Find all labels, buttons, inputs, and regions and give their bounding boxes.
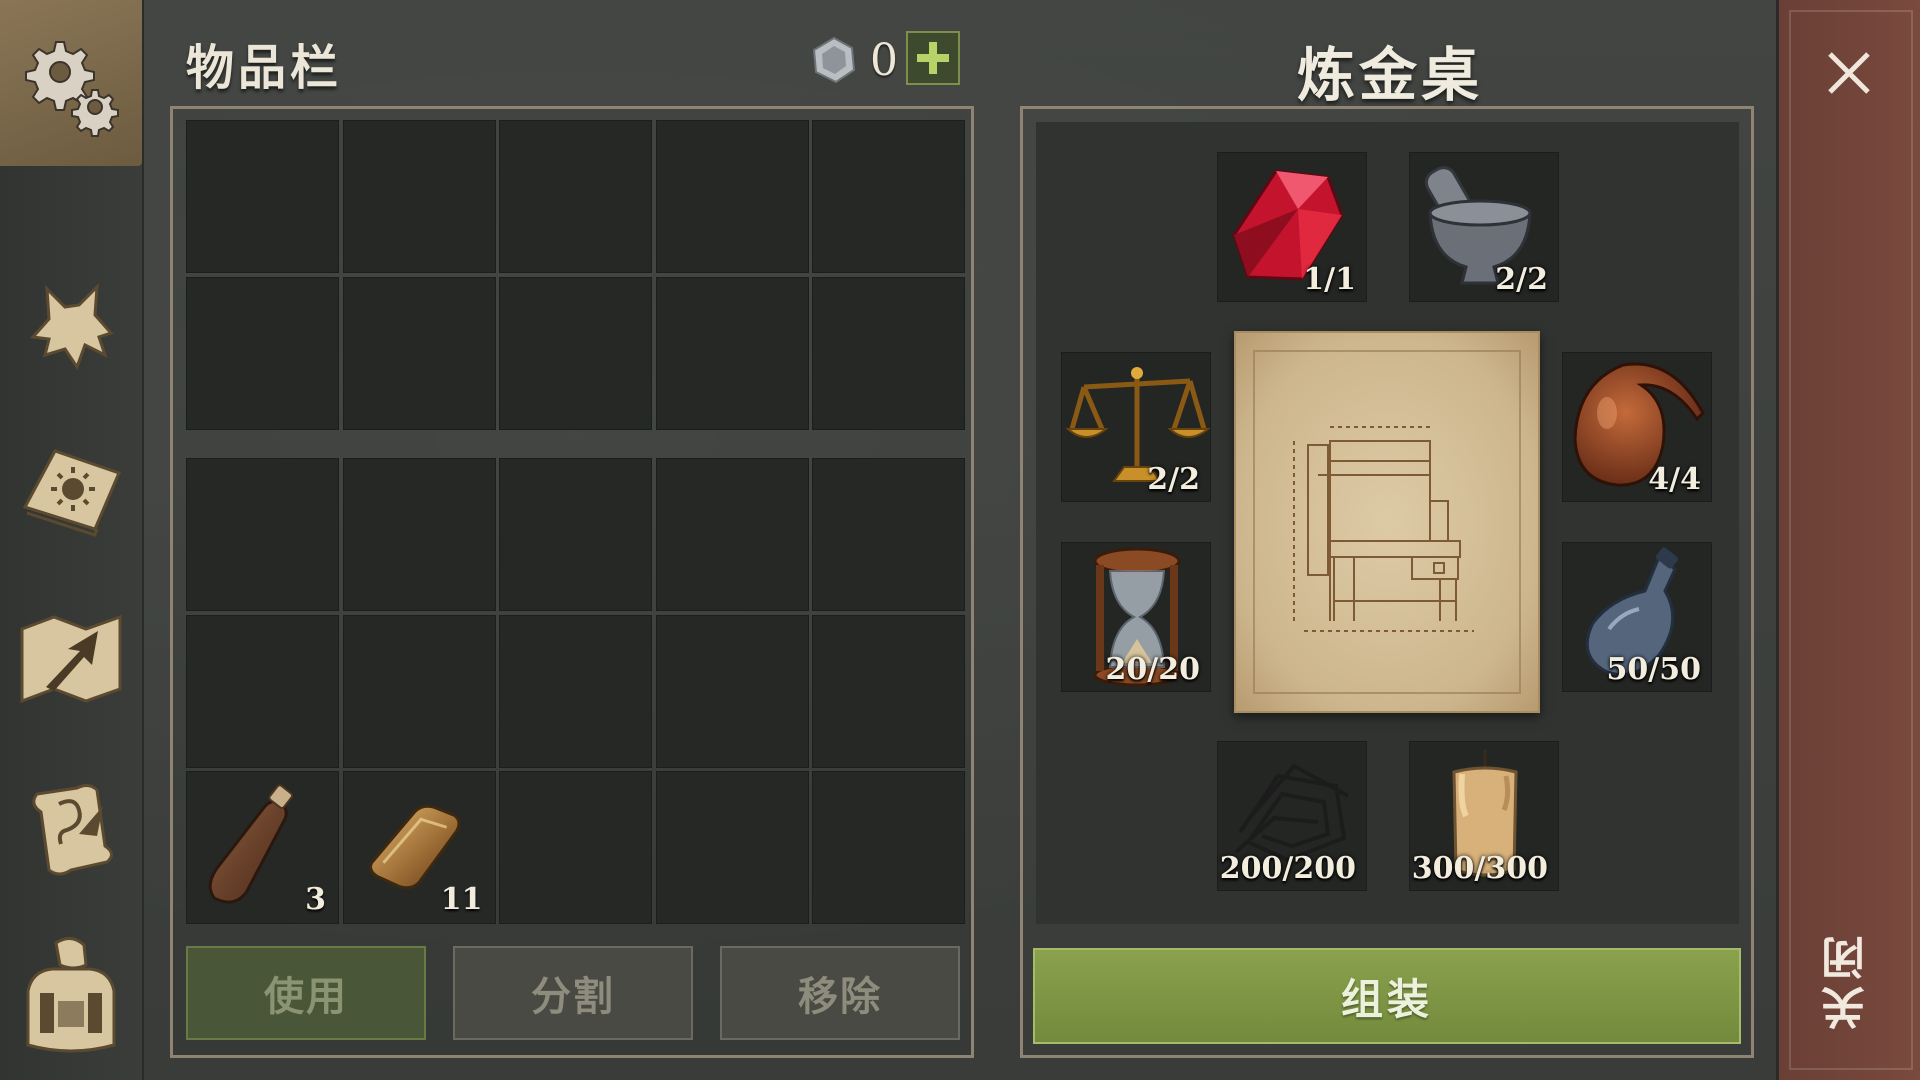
inventory-slot[interactable]	[342, 614, 496, 768]
use-button[interactable]: 使用	[186, 946, 426, 1040]
map-button[interactable]	[12, 600, 130, 718]
ingredient-count: 50/50	[1606, 652, 1701, 687]
item-count: 3	[305, 882, 326, 917]
inventory-slot[interactable]	[655, 771, 809, 924]
inventory-slot[interactable]	[499, 120, 652, 273]
inventory-slot[interactable]	[186, 120, 339, 273]
ingredient-hourglass[interactable]: 20/20	[1061, 542, 1211, 692]
settings-button[interactable]	[0, 0, 142, 166]
inventory-title: 物品栏	[186, 40, 343, 96]
map-arrow-icon	[20, 614, 122, 704]
blueprint-drawing-icon	[1253, 350, 1521, 694]
alchemy-title: 炼金桌	[1296, 41, 1483, 109]
inventory-slot-leather-flask[interactable]: 3	[186, 771, 339, 924]
inventory-slot[interactable]	[655, 120, 809, 273]
inventory-slot[interactable]	[655, 276, 809, 430]
journal-button[interactable]	[12, 430, 130, 548]
inventory-slot[interactable]	[812, 614, 965, 768]
silver-coin-icon	[812, 36, 856, 84]
sidebar	[0, 0, 144, 1080]
close-label[interactable]: 关闭	[1812, 920, 1884, 1040]
sun-book-icon	[22, 449, 122, 537]
coin-count: 0	[870, 34, 898, 86]
inventory-slot[interactable]	[186, 276, 339, 430]
inventory-slot[interactable]	[342, 120, 496, 273]
assemble-button[interactable]: 组装	[1033, 948, 1741, 1044]
inventory-slot[interactable]	[655, 458, 809, 611]
item-count: 11	[440, 882, 483, 917]
inventory-slot[interactable]	[499, 771, 652, 924]
ingredient-count: 2/2	[1495, 262, 1548, 297]
ingredient-count: 4/4	[1648, 462, 1701, 497]
inventory-slot[interactable]	[342, 276, 496, 430]
inventory-slot[interactable]	[499, 276, 652, 430]
coin-display: 0	[810, 32, 898, 88]
ingredient-retort[interactable]: 4/4	[1562, 352, 1712, 502]
alchemy-table-blueprint	[1234, 331, 1540, 713]
ingredient-count: 20/20	[1105, 652, 1200, 687]
inventory-slot[interactable]	[186, 458, 339, 611]
ingredient-ruby[interactable]: 1/1	[1217, 152, 1367, 302]
inventory-slot-bronze-ingot[interactable]: 11	[342, 771, 496, 924]
quests-button[interactable]	[12, 770, 130, 888]
inventory-slot[interactable]	[812, 771, 965, 924]
ingredient-count: 1/1	[1303, 262, 1356, 297]
close-panel-border	[1789, 10, 1913, 1070]
inventory-slot[interactable]	[499, 458, 652, 611]
close-panel[interactable]	[1776, 0, 1920, 1080]
inventory-grid-top	[186, 120, 965, 430]
ingredient-mortar[interactable]: 2/2	[1409, 152, 1559, 302]
ingredient-count: 200/200	[1219, 851, 1356, 886]
inventory-slot[interactable]	[342, 458, 496, 611]
character-backpack-icon	[26, 937, 116, 1053]
ingredient-count: 300/300	[1411, 851, 1548, 886]
inventory-slot[interactable]	[655, 614, 809, 768]
ingredient-count: 2/2	[1147, 462, 1200, 497]
character-button[interactable]	[12, 937, 130, 1056]
plus-icon	[917, 42, 949, 74]
ingredient-scales[interactable]: 2/2	[1061, 352, 1211, 502]
inventory-slot[interactable]	[812, 276, 965, 430]
creatures-button[interactable]	[12, 268, 130, 386]
inventory-grid-bottom: 3 11	[186, 458, 965, 924]
ingredient-candle[interactable]: 300/300	[1409, 741, 1559, 891]
split-button[interactable]: 分割	[453, 946, 693, 1040]
inventory-slot[interactable]	[499, 614, 652, 768]
scroll-quill-icon	[32, 783, 113, 876]
wolf-head-icon	[29, 283, 114, 371]
inventory-slot[interactable]	[812, 120, 965, 273]
ingredient-wire[interactable]: 200/200	[1217, 741, 1367, 891]
inventory-slot[interactable]	[812, 458, 965, 611]
add-coins-button[interactable]	[906, 31, 960, 85]
ingredient-bottle[interactable]: 50/50	[1562, 542, 1712, 692]
remove-button[interactable]: 移除	[720, 946, 960, 1040]
close-icon[interactable]	[1822, 46, 1876, 100]
settings-gears-icon	[25, 41, 119, 137]
inventory-slot[interactable]	[186, 614, 339, 768]
